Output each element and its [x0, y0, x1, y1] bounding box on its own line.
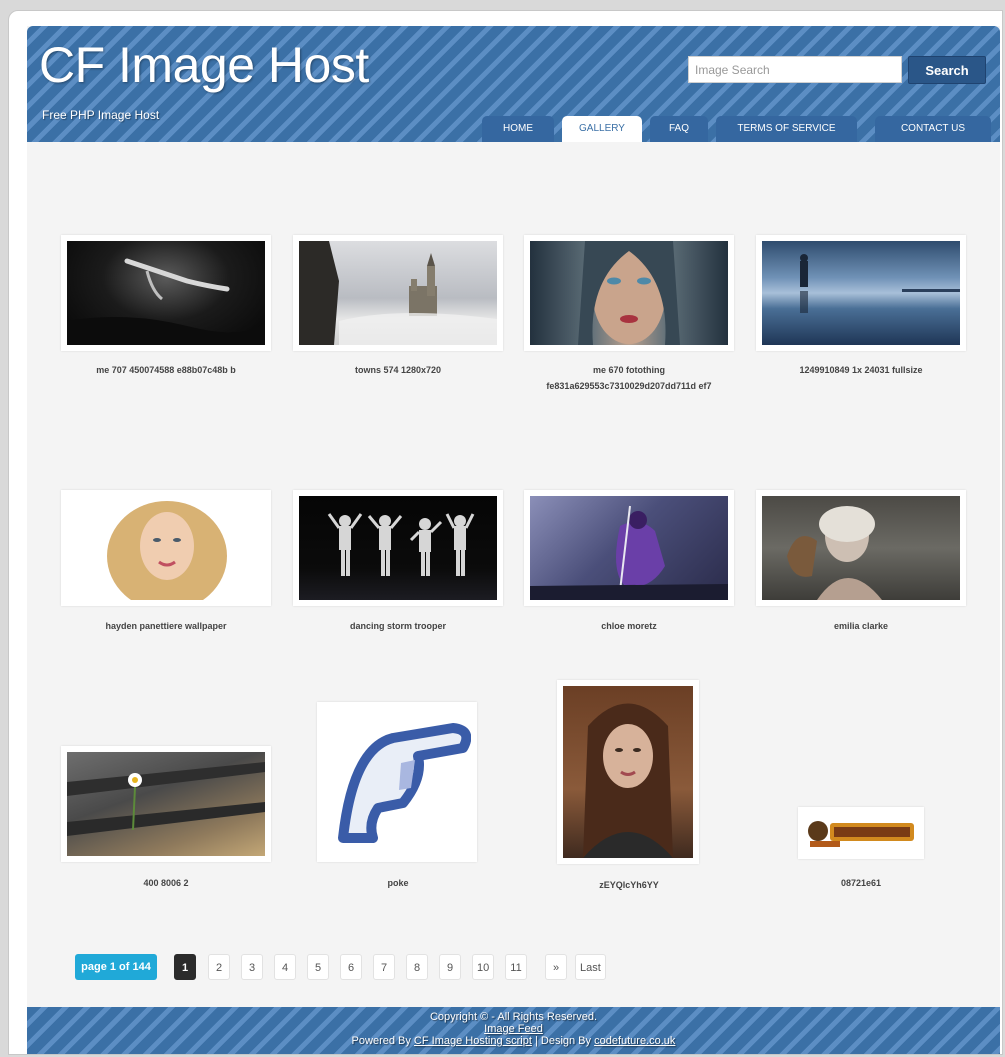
page-container: CF Image Host Free PHP Image Host Search… [27, 26, 1000, 1054]
gallery-thumb[interactable] [293, 235, 503, 351]
page-link[interactable]: 8 [406, 954, 428, 980]
logo-banner-graphic [808, 821, 914, 847]
copyright-text: Copyright © - All Rights Reserved. [429, 1011, 598, 1023]
powered-by-label: Powered By [351, 1035, 411, 1047]
tab-contact-us[interactable]: CONTACT US [875, 116, 991, 142]
image-daisy-on-planks [67, 752, 265, 856]
hooded-portrait [578, 241, 680, 345]
thumb-caption[interactable]: towns 574 1280x720 [293, 362, 503, 378]
blonde-portrait [107, 501, 227, 600]
site-footer: Copyright © - All Rights Reserved. Image… [27, 1007, 1000, 1054]
page-link[interactable]: 7 [373, 954, 395, 980]
heroine-scene [530, 505, 728, 600]
feed-line: Image Feed [27, 1023, 1000, 1035]
image-woman-with-dragon [762, 496, 960, 600]
gallery-thumb[interactable] [756, 490, 966, 606]
page-link[interactable]: 4 [274, 954, 296, 980]
daisy-scene [67, 762, 265, 836]
thumb-caption[interactable]: hayden panettiere wallpaper [61, 618, 271, 634]
page-link[interactable]: 6 [340, 954, 362, 980]
selfie-portrait [583, 703, 673, 858]
image-small-logo-banner [804, 813, 918, 853]
next-page-link[interactable]: » [545, 954, 567, 980]
design-by-label: | Design By [534, 1035, 592, 1047]
last-page-link[interactable]: Last [575, 954, 606, 980]
image-castle-in-fog [299, 241, 497, 345]
gallery-thumb[interactable] [317, 702, 477, 862]
page-info-badge: page 1 of 144 [75, 954, 157, 980]
thumb-caption[interactable]: chloe moretz [524, 618, 734, 634]
swimmer-figure [67, 258, 265, 345]
page-link[interactable]: 1 [174, 954, 196, 980]
beach-scene [800, 254, 960, 313]
gallery-thumb[interactable] [524, 235, 734, 351]
image-young-woman-selfie [563, 686, 693, 858]
tab-gallery[interactable]: GALLERY [562, 116, 642, 142]
thumb-caption[interactable]: dancing storm trooper [293, 618, 503, 634]
thumb-caption[interactable]: me 707 450074588 e88b07c48b b [61, 362, 271, 378]
credits-line: Powered By CF Image Hosting script | Des… [27, 1035, 1000, 1047]
gallery-thumb[interactable] [61, 490, 271, 606]
gallery-thumb[interactable] [293, 490, 503, 606]
site-title[interactable]: CF Image Host [39, 36, 369, 94]
image-feed-link[interactable]: Image Feed [484, 1023, 543, 1035]
storm-trooper-figures [327, 513, 475, 576]
thumb-caption[interactable]: me 670 fotothing fe831a629553c7310029d20… [524, 362, 734, 394]
image-blonde-woman [67, 496, 265, 600]
thumb-caption[interactable]: 400 8006 2 [61, 875, 271, 891]
pointing-hand-icon [338, 723, 471, 843]
gallery-thumb[interactable] [61, 746, 271, 862]
gallery-thumb[interactable] [61, 235, 271, 351]
image-pointing-hand [323, 708, 471, 856]
thumb-caption[interactable]: zEYQlcYh6YY [524, 877, 734, 893]
search-input[interactable] [688, 56, 902, 83]
gallery-thumb[interactable] [798, 807, 924, 859]
page-link[interactable]: 10 [472, 954, 495, 980]
thumb-caption[interactable]: emilia clarke [756, 618, 966, 634]
search-button[interactable]: Search [908, 56, 986, 84]
tab-faq[interactable]: FAQ [650, 116, 708, 142]
thumb-caption[interactable]: poke [293, 875, 503, 891]
castle-scene [299, 241, 497, 345]
dragon-scene [787, 506, 882, 600]
image-hooded-woman [530, 241, 728, 345]
thumb-caption[interactable]: 1249910849 1x 24031 fullsize [756, 362, 966, 378]
image-beach-reflection [762, 241, 960, 345]
image-swimmer-underwater [67, 241, 265, 345]
page-link[interactable]: 9 [439, 954, 461, 980]
page-link[interactable]: 5 [307, 954, 329, 980]
gallery-thumb[interactable] [756, 235, 966, 351]
page-link[interactable]: 2 [208, 954, 230, 980]
pagination: page 1 of 144 1 2 3 4 5 6 7 8 9 10 11 » … [75, 954, 635, 980]
page-link[interactable]: 3 [241, 954, 263, 980]
thumb-caption[interactable]: 08721e61 [756, 875, 966, 891]
gallery-thumb[interactable] [557, 680, 699, 864]
image-gallery: me 707 450074588 e88b07c48b b towns 574 … [27, 142, 1000, 952]
gallery-thumb[interactable] [524, 490, 734, 606]
page-link[interactable]: 11 [505, 954, 527, 980]
designer-link[interactable]: codefuture.co.uk [594, 1035, 675, 1047]
image-purple-heroine [530, 496, 728, 600]
script-link[interactable]: CF Image Hosting script [414, 1035, 532, 1047]
site-header: CF Image Host Free PHP Image Host Search… [27, 26, 1000, 142]
tab-home[interactable]: HOME [482, 116, 554, 142]
tab-terms-of-service[interactable]: TERMS OF SERVICE [716, 116, 857, 142]
main-nav: HOME GALLERY FAQ TERMS OF SERVICE CONTAC… [27, 116, 1000, 142]
image-storm-troopers [299, 496, 497, 600]
